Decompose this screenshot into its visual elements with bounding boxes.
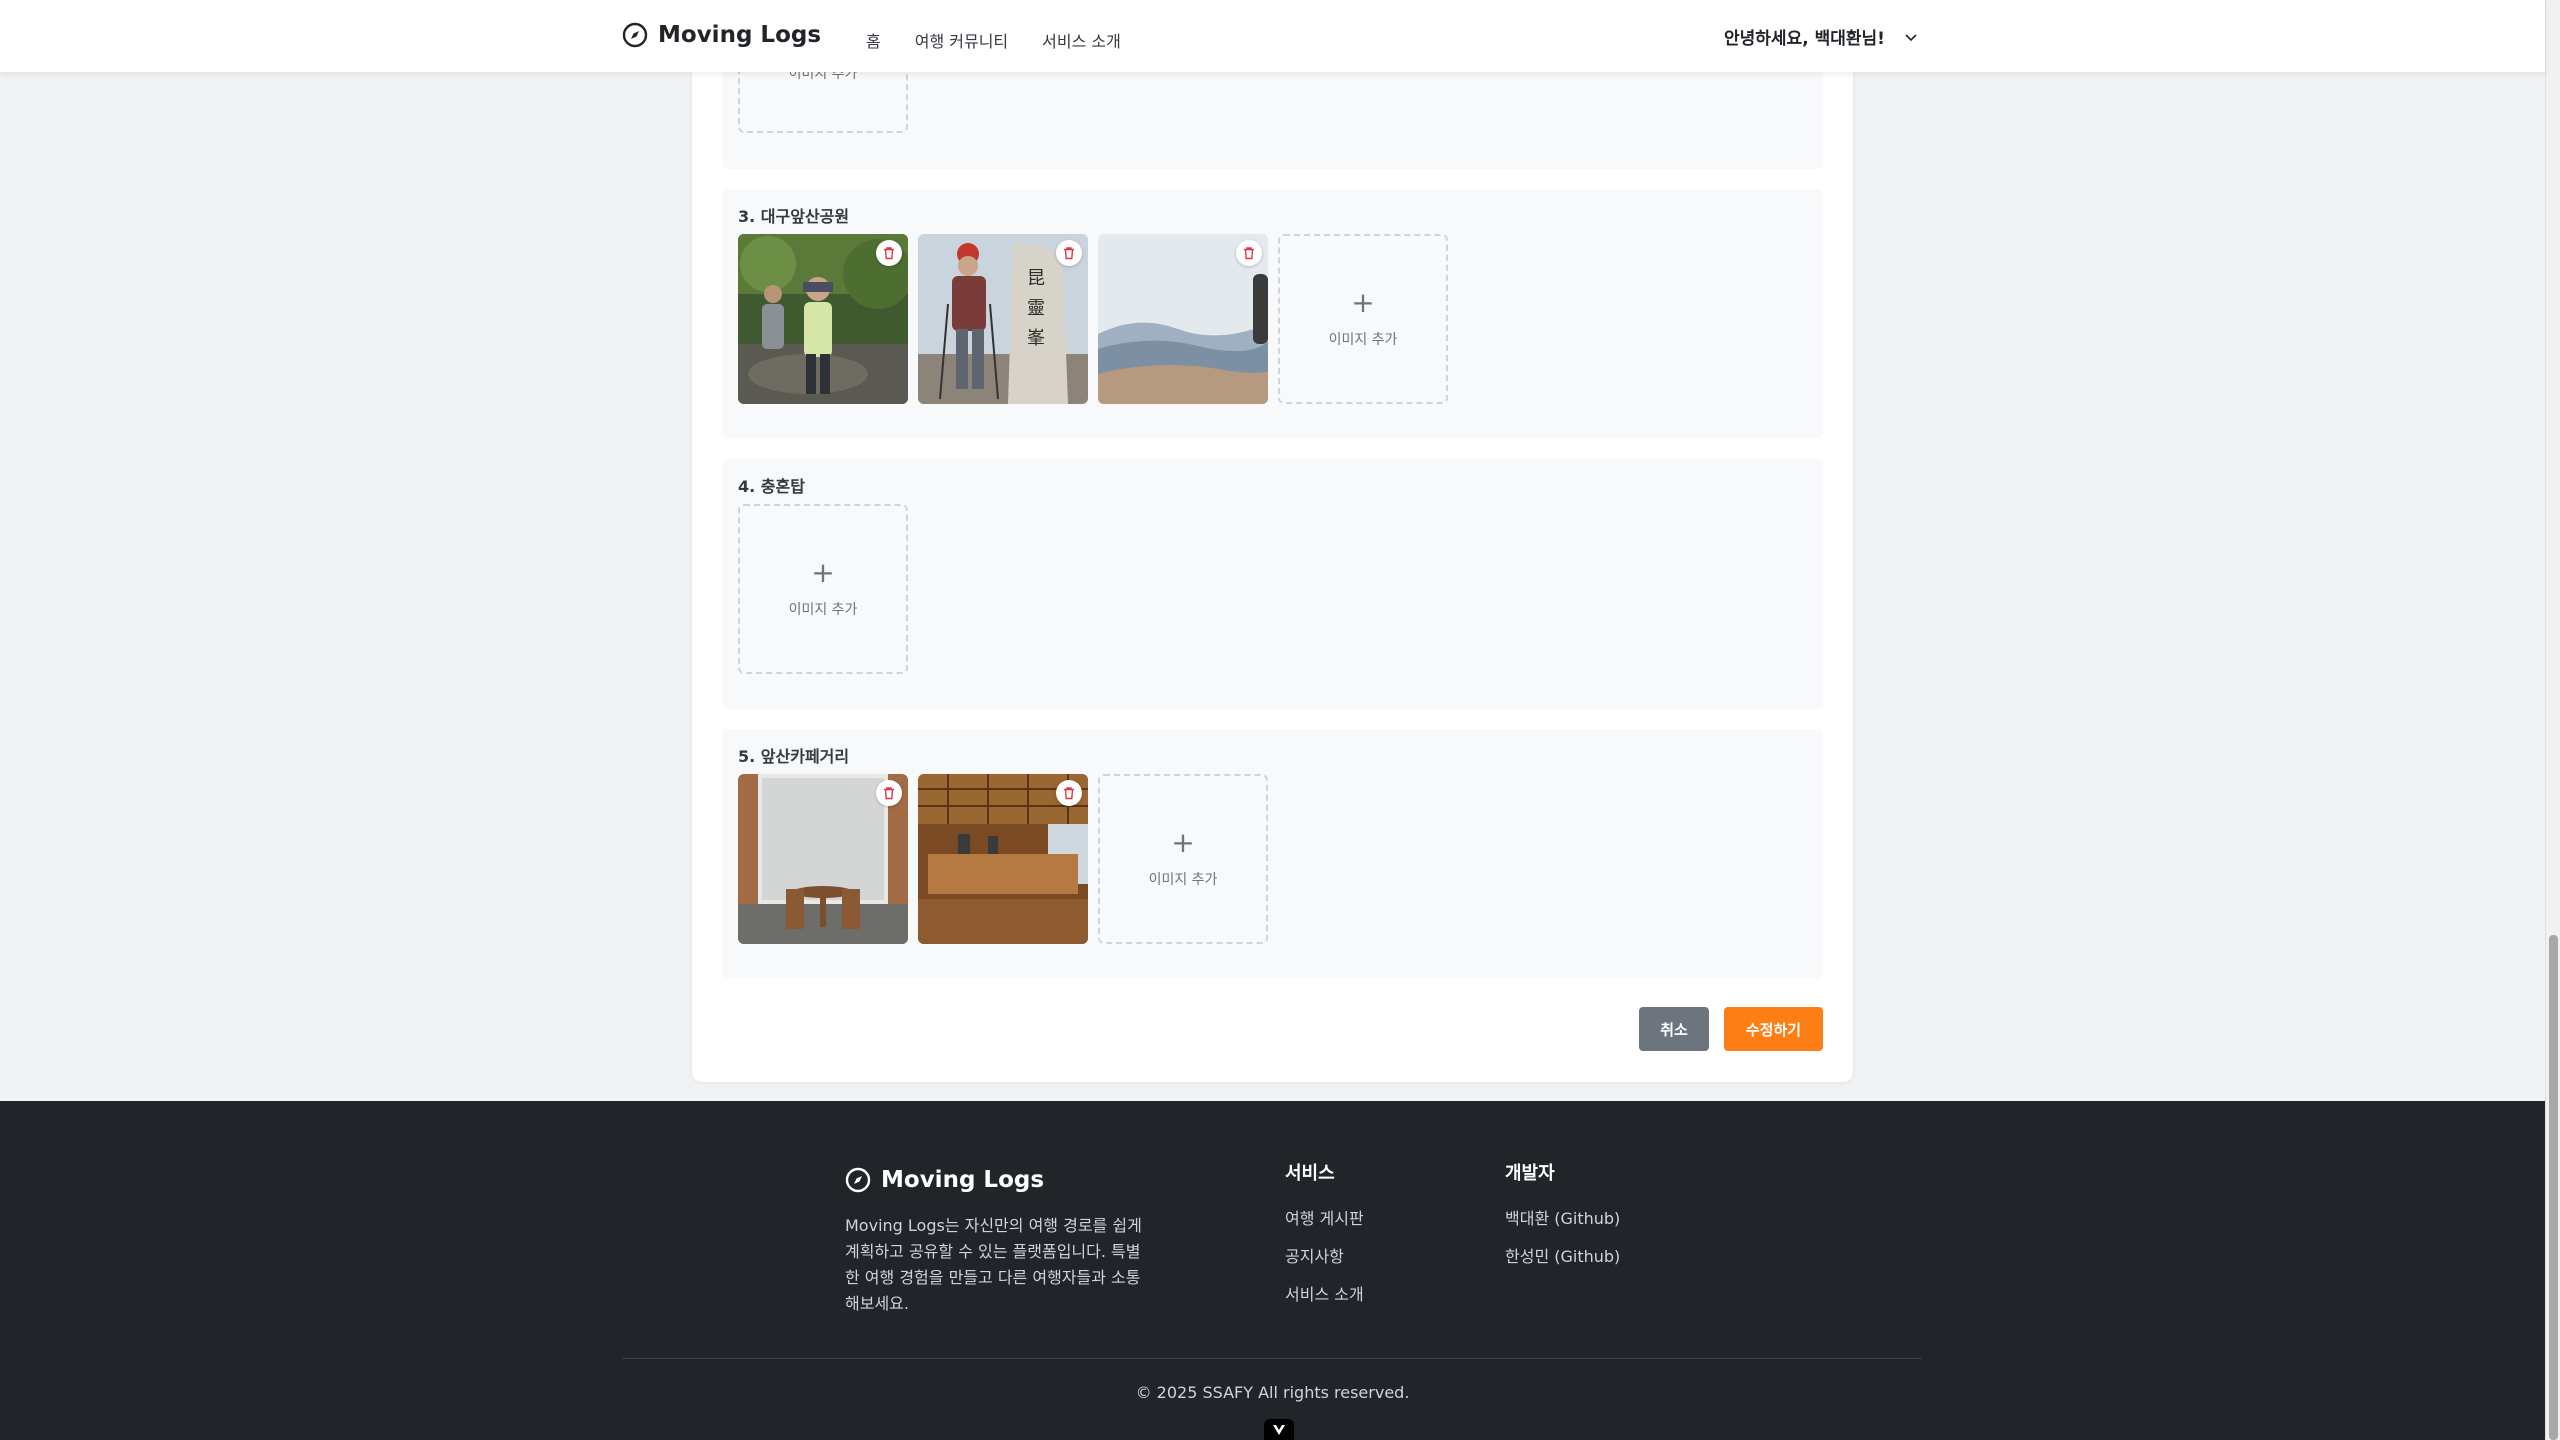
uploaded-image (918, 774, 1088, 944)
scrollbar-thumb[interactable] (2549, 935, 2558, 1440)
vue-logo-icon (1273, 1425, 1285, 1435)
user-greeting: 안녕하세요, 백대환님! (1724, 29, 1885, 49)
place-title: 5. 앞산카페거리 (738, 747, 850, 766)
add-image-label: 이미지 추가 (1148, 872, 1218, 888)
footer-divider (622, 1358, 1922, 1359)
footer-link-notice[interactable]: 공지사항 (1285, 1243, 1364, 1267)
footer-dev-title: 개발자 (1505, 1163, 1555, 1184)
submit-edit-button[interactable]: 수정하기 (1724, 1007, 1823, 1051)
nav-home[interactable]: 홈 (866, 28, 881, 52)
add-image-button[interactable]: + 이미지 추가 (1278, 234, 1448, 404)
plus-icon: + (1171, 826, 1195, 859)
footer-service-column: 서비스 여행 게시판 공지사항 서비스 소개 (1285, 1159, 1364, 1319)
nav-community[interactable]: 여행 커뮤니티 (915, 28, 1008, 52)
place-section: 4. 충혼탑 + 이미지 추가 (722, 459, 1823, 709)
uploaded-image: 昆 靈 峯 (918, 234, 1088, 404)
footer-service-title: 서비스 (1285, 1163, 1335, 1184)
vue-devtools-icon[interactable] (1264, 1419, 1294, 1440)
footer-dev-column: 개발자 백대환 (Github) 한성민 (Github) (1505, 1159, 1620, 1281)
place-section: 3. 대구앞산공원 昆 靈 峯 + 이미지 추가 (722, 189, 1823, 438)
footer-link-board[interactable]: 여행 게시판 (1285, 1205, 1364, 1229)
trash-icon (1064, 247, 1074, 260)
uploaded-image (738, 774, 908, 944)
place-title: 4. 충혼탑 (738, 477, 805, 496)
svg-text:靈: 靈 (1027, 298, 1045, 319)
user-menu[interactable]: 안녕하세요, 백대환님! (1724, 24, 1919, 49)
svg-text:峯: 峯 (1027, 328, 1045, 349)
trash-icon (1064, 787, 1074, 800)
add-image-button[interactable]: + 이미지 추가 (1098, 774, 1268, 944)
uploaded-image (738, 234, 908, 404)
compass-icon (845, 1167, 871, 1193)
cancel-button[interactable]: 취소 (1639, 1007, 1709, 1051)
top-navbar: Moving Logs 홈 여행 커뮤니티 서비스 소개 안녕하세요, 백대환님… (0, 0, 2545, 72)
compass-icon (622, 22, 648, 48)
copyright: © 2025 SSAFY All rights reserved. (1135, 1383, 1410, 1402)
delete-image-button[interactable] (1236, 240, 1262, 266)
trash-icon (884, 787, 894, 800)
plus-icon: + (811, 556, 835, 589)
image-list: + 이미지 추가 (738, 774, 1268, 944)
chevron-down-icon (1905, 33, 1917, 41)
footer-link-github-1[interactable]: 백대환 (Github) (1505, 1205, 1620, 1229)
svg-text:昆: 昆 (1027, 268, 1045, 289)
delete-image-button[interactable] (1056, 780, 1082, 806)
logo-text: Moving Logs (658, 22, 822, 48)
footer-logo-text: Moving Logs (881, 1167, 1045, 1193)
trash-icon (1244, 247, 1254, 260)
place-title: 3. 대구앞산공원 (738, 207, 850, 226)
add-image-label: 이미지 추가 (788, 602, 858, 618)
footer-logo[interactable]: Moving Logs (845, 1167, 1044, 1193)
footer: Moving Logs Moving Logs는 자신만의 여행 경로를 쉽게 … (0, 1101, 2545, 1440)
place-section: 5. 앞산카페거리 + 이미지 추가 (722, 729, 1823, 978)
image-list: 昆 靈 峯 + 이미지 추가 (738, 234, 1448, 404)
plus-icon: + (1351, 286, 1375, 319)
add-image-button[interactable]: + 이미지 추가 (738, 504, 908, 674)
footer-link-about[interactable]: 서비스 소개 (1285, 1281, 1364, 1305)
main-nav: 홈 여행 커뮤니티 서비스 소개 (866, 28, 1121, 52)
add-image-label: 이미지 추가 (1328, 332, 1398, 348)
page-scrollbar[interactable] (2545, 0, 2560, 1440)
footer-description: Moving Logs는 자신만의 여행 경로를 쉽게 계획하고 공유할 수 있… (845, 1216, 1142, 1313)
delete-image-button[interactable] (876, 240, 902, 266)
nav-about[interactable]: 서비스 소개 (1042, 28, 1121, 52)
image-list: + 이미지 추가 (738, 504, 908, 674)
uploaded-image (1098, 234, 1268, 404)
footer-link-github-2[interactable]: 한성민 (Github) (1505, 1243, 1620, 1267)
delete-image-button[interactable] (876, 780, 902, 806)
trash-icon (884, 247, 894, 260)
logo[interactable]: Moving Logs (622, 22, 821, 48)
delete-image-button[interactable] (1056, 240, 1082, 266)
